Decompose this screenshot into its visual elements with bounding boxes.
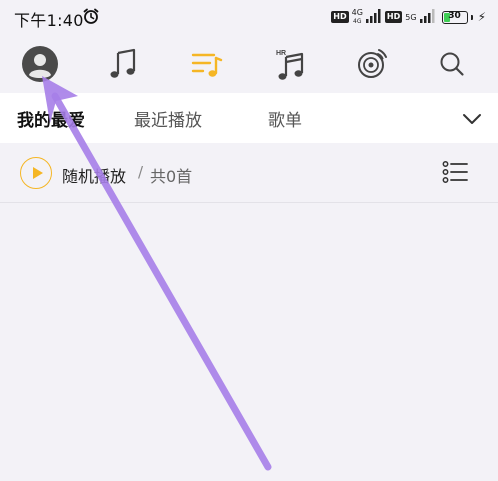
battery-percent: 30 bbox=[448, 10, 461, 21]
list-manage-button[interactable] bbox=[442, 161, 468, 187]
hd-badge: HD bbox=[331, 11, 349, 23]
nav-avatar-button[interactable] bbox=[18, 42, 62, 86]
signal-icon-2 bbox=[419, 8, 436, 27]
playlist-icon bbox=[191, 53, 223, 77]
svg-text:HR: HR bbox=[276, 50, 286, 57]
radio-disc-icon bbox=[358, 49, 387, 78]
tab-recent[interactable]: 最近播放 bbox=[134, 106, 202, 131]
signal-icon bbox=[365, 8, 382, 27]
top-nav: HR bbox=[0, 38, 498, 90]
shuffle-play-row: 随机播放 / 共0首 bbox=[0, 143, 498, 203]
nav-search-button[interactable] bbox=[430, 42, 474, 86]
network-5g-label: 5G bbox=[405, 13, 416, 22]
nav-playlist-button[interactable] bbox=[185, 42, 229, 86]
hr-music-icon: HR bbox=[276, 50, 304, 80]
shuffle-play-button[interactable] bbox=[20, 157, 52, 189]
status-bar: 下午1:40 HD 4G 4G HD 5G 30 ⚡ bbox=[0, 0, 498, 36]
tab-bar: 我的最爱 最近播放 歌单 bbox=[0, 93, 498, 143]
search-icon bbox=[440, 52, 464, 76]
battery-icon: 30 bbox=[441, 10, 468, 24]
status-time: 下午1:40 bbox=[14, 11, 84, 30]
nav-music-button[interactable] bbox=[101, 42, 145, 86]
charging-bolt-icon: ⚡ bbox=[477, 10, 486, 24]
expand-tabs-button[interactable] bbox=[462, 110, 482, 129]
network-5g-text: 5G bbox=[405, 12, 417, 22]
tab-playlists[interactable]: 歌单 bbox=[268, 106, 302, 131]
network-4g-text: 4G bbox=[351, 8, 363, 17]
hd-badge-2: HD bbox=[384, 11, 403, 23]
alarm-icon bbox=[82, 7, 100, 29]
status-indicators: HD 4G 4G HD 5G 30 ⚡ bbox=[331, 7, 486, 27]
music-note-icon bbox=[110, 48, 136, 78]
chevron-down-icon bbox=[463, 114, 481, 124]
nav-radio-button[interactable] bbox=[350, 42, 394, 86]
network-4g-label: 4G 4G bbox=[352, 8, 363, 26]
tab-favorites[interactable]: 我的最爱 bbox=[17, 106, 85, 131]
avatar-icon bbox=[22, 46, 58, 82]
play-row-separator: / bbox=[138, 163, 144, 181]
network-4g-subtext: 4G bbox=[353, 18, 362, 25]
song-count: 共0首 bbox=[150, 167, 193, 186]
shuffle-play-label[interactable]: 随机播放 bbox=[62, 163, 126, 187]
list-menu-icon bbox=[442, 161, 468, 183]
nav-hr-music-button[interactable]: HR bbox=[268, 42, 312, 86]
battery-cap bbox=[470, 14, 473, 20]
